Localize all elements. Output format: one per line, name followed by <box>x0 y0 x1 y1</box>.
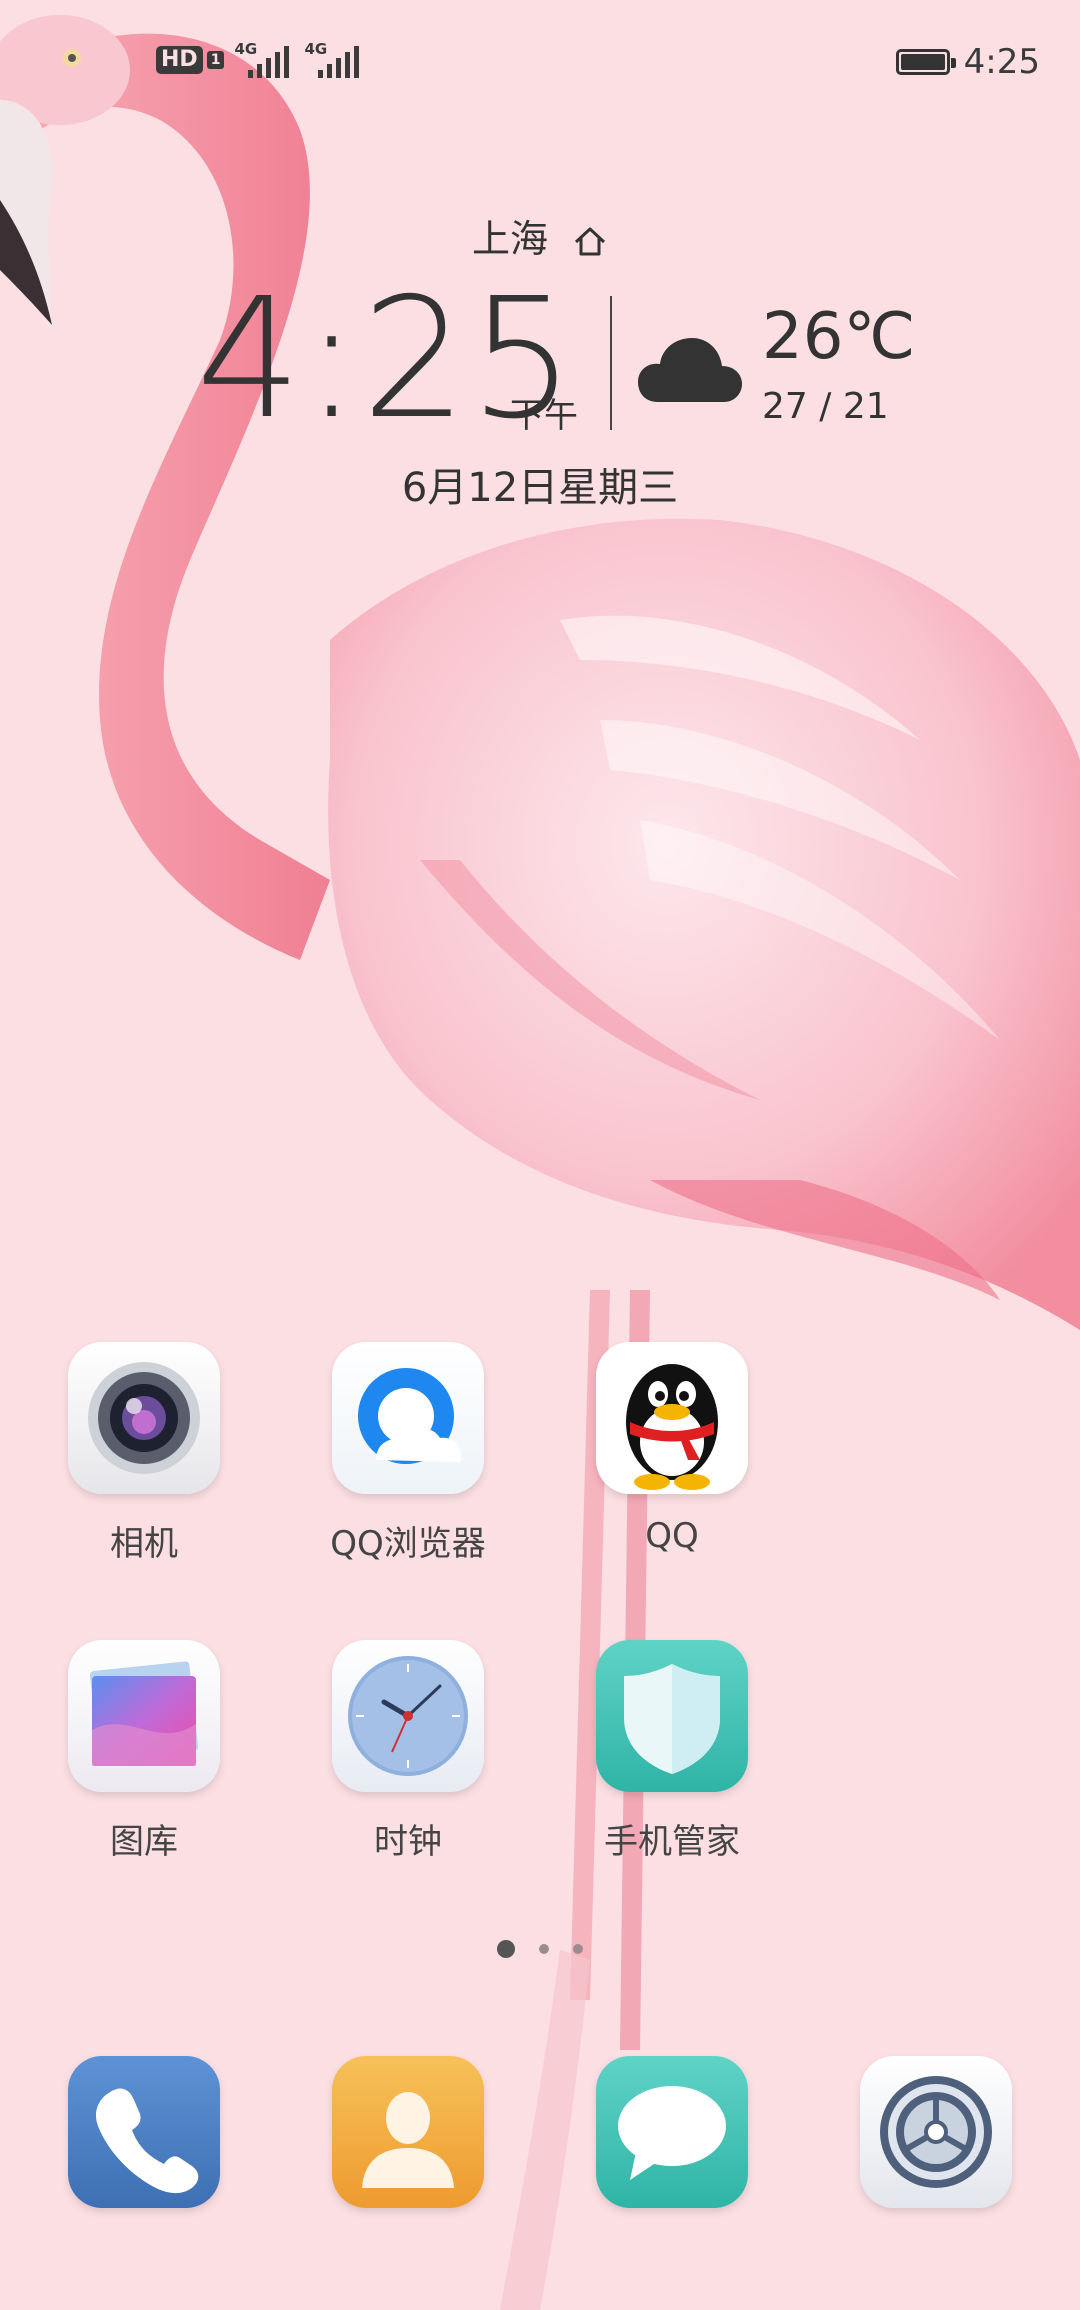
app-label: 相机 <box>110 1524 178 1564</box>
app-camera[interactable]: 相机 <box>44 1342 244 1565</box>
dock-phone[interactable] <box>44 2056 244 2208</box>
app-label: QQ浏览器 <box>330 1524 486 1564</box>
app-label: QQ <box>645 1516 699 1556</box>
sim-number: 1 <box>206 51 225 69</box>
temperature: 26℃ <box>762 300 916 374</box>
app-label: 图库 <box>110 1822 178 1862</box>
settings-icon <box>860 2056 1012 2208</box>
gallery-icon <box>68 1640 220 1792</box>
widget-ampm: 下午 <box>510 396 578 436</box>
city-name: 上海 <box>471 217 548 261</box>
page-dot-2[interactable] <box>539 1944 549 1954</box>
dock-messages[interactable] <box>572 2056 772 2208</box>
qq-penguin-icon <box>596 1342 748 1494</box>
app-qq[interactable]: QQ <box>572 1342 772 1556</box>
clock-app-icon <box>332 1640 484 1792</box>
battery-icon <box>895 49 956 75</box>
app-qq-browser[interactable]: QQ浏览器 <box>308 1342 508 1565</box>
signal-icon-sim2: 4G <box>304 40 364 80</box>
messages-icon <box>596 2056 748 2208</box>
page-dot-1[interactable] <box>497 1940 515 1958</box>
widget-divider <box>610 296 612 430</box>
signal-icon-sim1: 4G <box>234 40 294 80</box>
widget-date: 6月12日星期三 <box>401 465 679 511</box>
camera-icon <box>68 1342 220 1494</box>
page-dot-3[interactable] <box>573 1944 583 1954</box>
status-bar: HD 1 4G 4G 4:25 <box>0 0 1080 120</box>
status-time: 4:25 <box>963 42 1040 82</box>
status-left: HD 1 4G 4G <box>156 40 364 80</box>
cloud-icon <box>638 338 742 402</box>
home-icon <box>575 227 606 255</box>
dock-contacts[interactable] <box>308 2056 508 2208</box>
app-clock[interactable]: 时钟 <box>308 1640 508 1863</box>
qq-browser-icon <box>332 1342 484 1494</box>
status-right: 4:25 <box>895 42 1040 82</box>
app-label: 手机管家 <box>604 1822 740 1862</box>
city-row: 上海 <box>0 208 1080 263</box>
app-gallery[interactable]: 图库 <box>44 1640 244 1863</box>
app-phone-manager[interactable]: 手机管家 <box>572 1640 772 1863</box>
contacts-icon <box>332 2056 484 2208</box>
battery-fill <box>900 54 945 70</box>
dock-settings[interactable] <box>836 2056 1036 2208</box>
temperature-range: 27 / 21 <box>762 386 889 427</box>
phone-icon <box>68 2056 220 2208</box>
app-label: 时钟 <box>374 1822 442 1862</box>
phone-manager-icon <box>596 1640 748 1792</box>
page-indicator <box>0 1940 1080 1958</box>
hd-voice-icon: HD <box>156 46 203 74</box>
